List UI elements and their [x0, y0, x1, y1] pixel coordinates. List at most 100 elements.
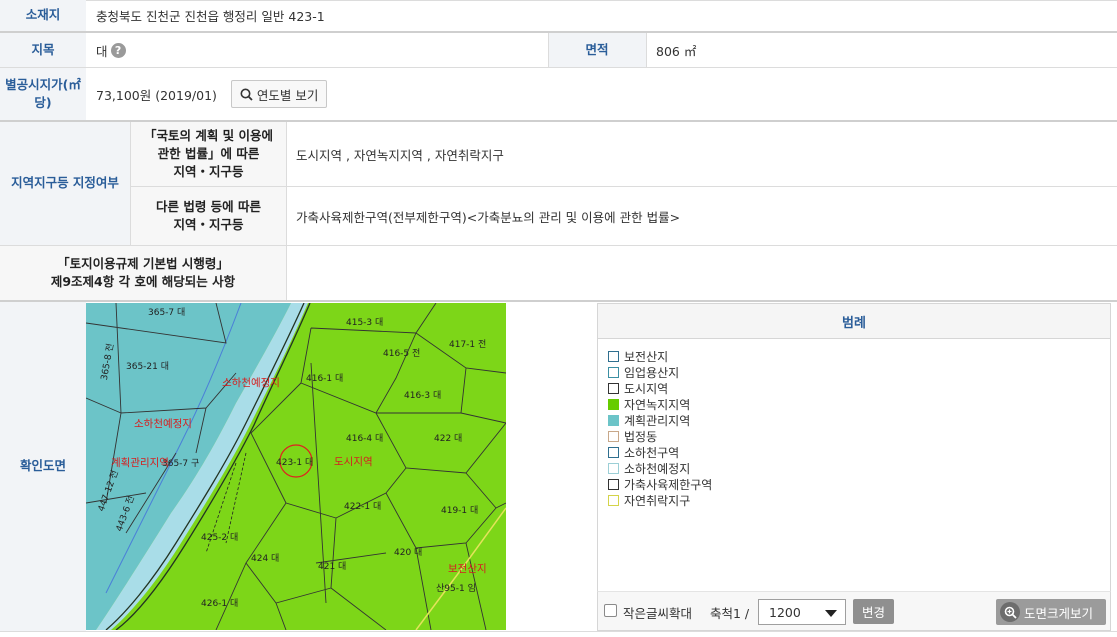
- legend-item: 소하천예정지: [608, 460, 712, 476]
- parcel-label: 425-2 대: [201, 532, 238, 543]
- legend-swatch: [608, 430, 619, 442]
- legend-swatch: [608, 478, 619, 490]
- other-law-label: 다른 법령 등에 따른 지역・지구등: [131, 187, 286, 245]
- parcel-label: 416-3 대: [404, 390, 441, 401]
- price-label-line1: 별공시지가(㎡: [5, 76, 81, 92]
- zone-label: 도시지역: [334, 456, 373, 468]
- small-text-zoom-checkbox[interactable]: [604, 604, 617, 617]
- scale-select[interactable]: 1200: [758, 599, 846, 625]
- small-text-zoom-label: 작은글씨확대: [623, 606, 693, 621]
- chevron-down-icon: [825, 610, 837, 617]
- jimok-value-cell: 대 ?: [86, 33, 548, 67]
- divider: [0, 300, 1117, 302]
- jimok-value: 대: [96, 43, 108, 59]
- parcel-label: 365-7 대: [148, 307, 185, 318]
- parcel-label: 420 대: [394, 547, 422, 558]
- legend-item: 임업용산지: [608, 364, 712, 380]
- location-value: 충청북도 진천군 진천읍 행정리 일반 423-1: [96, 9, 325, 24]
- legend-item-label: 소하천구역: [624, 445, 680, 460]
- enforcement-decree-value: [286, 246, 1117, 300]
- legend-item-label: 임업용산지: [624, 365, 680, 380]
- other-law-value: 가축사육제한구역(전부제한구역)<가축분뇨의 관리 및 이용에 관한 법률>: [296, 209, 681, 225]
- row1-label-line1: 「국토의 계획 및 이용에: [143, 127, 274, 143]
- legend-item: 가축사육제한구역: [608, 476, 712, 492]
- legend-swatch: [608, 382, 619, 394]
- legend-swatch: [608, 366, 619, 378]
- enforcement-label-line2: 제9조제4항 각 호에 해당되는 사항: [50, 274, 236, 289]
- legend-item-label: 보전산지: [624, 349, 669, 364]
- legend-item-label: 법정동: [624, 429, 658, 444]
- yearly-view-button[interactable]: 연도별 보기: [230, 80, 328, 108]
- price-value: 73,100원 (2019/01): [96, 87, 217, 103]
- enforcement-label-line1: 「토지이용규제 기본법 시행령」: [57, 255, 229, 271]
- legend-item: 자연녹지지역: [608, 396, 712, 412]
- parcel-label: 415-3 대: [346, 317, 383, 328]
- row1-label-line3: 지역・지구등: [173, 164, 244, 180]
- parcel-label: 424 대: [251, 553, 279, 564]
- legend-item: 보전산지: [608, 348, 712, 364]
- parcel-label: 422 대: [434, 433, 462, 444]
- change-scale-button[interactable]: 변경: [853, 599, 894, 624]
- enlarge-map-button-label: 도면크게보기: [1024, 605, 1094, 621]
- legend-item-label: 도시지역: [624, 381, 669, 396]
- legend-item-label: 자연취락지구: [624, 493, 691, 508]
- map-toolbar: 작은글씨확대 축척1 / 1200 변경 도면크게보기: [597, 591, 1111, 631]
- price-label-line2: 당): [34, 95, 52, 110]
- parcel-label: 426-1 대: [201, 598, 238, 609]
- parcel-label: 416-1 대: [306, 373, 343, 384]
- scale-select-value: 1200: [769, 604, 801, 620]
- parcel-label: 419-1 대: [441, 505, 478, 516]
- legend-item: 소하천구역: [608, 444, 712, 460]
- map-section-label: 확인도면: [0, 302, 86, 631]
- legend-item-label: 계획관리지역: [624, 413, 691, 428]
- search-icon: [240, 88, 253, 101]
- scale-label: 축척1 /: [710, 606, 750, 621]
- legend-item: 계획관리지역: [608, 412, 712, 428]
- legend-swatch: [608, 350, 619, 362]
- price-cell: 73,100원 (2019/01) 연도별 보기: [86, 68, 1117, 120]
- divider: [548, 33, 549, 67]
- area-label: 면적: [548, 33, 646, 67]
- legend-swatch: [608, 462, 619, 474]
- row1-label-line2: 관한 법률」에 따른: [157, 145, 260, 161]
- legend-item: 자연취락지구: [608, 492, 712, 508]
- national-land-law-label: 「국토의 계획 및 이용에 관한 법률」에 따른 지역・지구등: [131, 122, 286, 186]
- price-label: 별공시지가(㎡ 당): [0, 68, 86, 120]
- parcel-label: 365-21 대: [126, 361, 169, 372]
- zone-label: 보전산지: [448, 563, 487, 575]
- legend-panel: 보전산지 임업용산지 도시지역 자연녹지지역 계획관리지역 법정동 소하천구역 소하천예정지 가…: [597, 339, 1111, 591]
- zone-label: 소하천예정지: [134, 417, 192, 430]
- row2-label-line1: 다른 법령 등에 따른: [155, 198, 262, 214]
- legend-swatch: [608, 414, 619, 426]
- legend-item-label: 소하천예정지: [624, 461, 691, 476]
- legend-item: 도시지역: [608, 380, 712, 396]
- parcel-label: 산95-1 임: [436, 582, 476, 594]
- divider: [646, 33, 647, 67]
- parcel-label: 423-1 대: [276, 457, 313, 468]
- jimok-label: 지목: [0, 33, 86, 67]
- parcel-label: 416-4 대: [346, 433, 383, 444]
- legend-item-label: 가축사육제한구역: [624, 477, 713, 492]
- zone-label: 계획관리지역: [111, 457, 169, 469]
- cadastral-map[interactable]: 365-7 대 365-21 대 365-8 전 415-3 대 416-5 전…: [86, 303, 506, 630]
- legend-list: 보전산지 임업용산지 도시지역 자연녹지지역 계획관리지역 법정동 소하천구역 소하천예정지 가…: [608, 348, 712, 508]
- national-land-law-value: 도시지역 , 자연녹지지역 , 자연취락지구: [296, 147, 504, 163]
- zoom-in-icon: [1000, 602, 1020, 622]
- legend-item: 법정동: [608, 428, 712, 444]
- help-icon[interactable]: ?: [110, 42, 126, 58]
- parcel-label: 422-1 대: [344, 501, 381, 512]
- enforcement-decree-label: 「토지이용규제 기본법 시행령」 제9조제4항 각 호에 해당되는 사항: [0, 246, 286, 300]
- legend-swatch: [608, 446, 619, 458]
- row2-label-line2: 지역・지구등: [173, 217, 244, 232]
- legend-swatch: [608, 398, 619, 410]
- divider: [0, 631, 1117, 632]
- enlarge-map-button[interactable]: 도면크게보기: [996, 599, 1106, 625]
- legend-item-label: 자연녹지지역: [624, 397, 691, 412]
- parcel-label: 421 대: [318, 561, 346, 572]
- legend-swatch: [608, 494, 619, 506]
- parcel-label: 417-1 전: [449, 339, 486, 350]
- legend-title: 범례: [597, 303, 1111, 339]
- area-value: 806 ㎡: [656, 43, 697, 59]
- location-label: 소재지: [0, 0, 86, 31]
- zone-label: 소하천예정지: [222, 376, 280, 389]
